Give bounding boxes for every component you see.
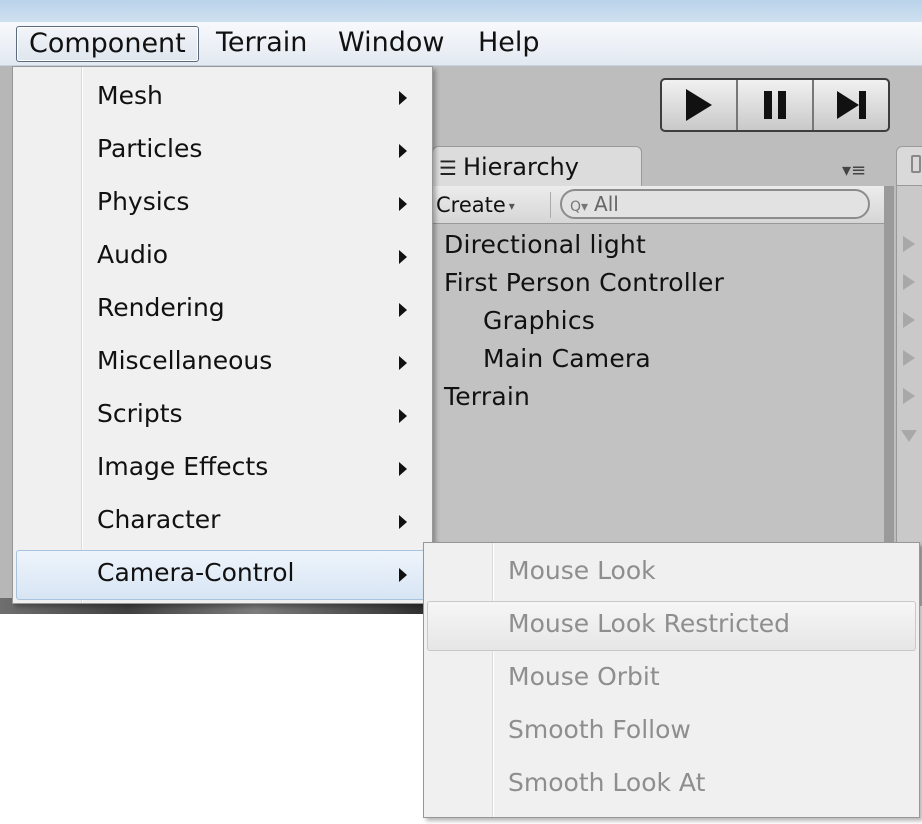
create-button[interactable]: Create ▾ xyxy=(436,190,515,220)
menu-item-scripts[interactable]: Scripts xyxy=(16,391,429,441)
submenu-arrow-icon xyxy=(399,144,407,158)
menu-item-smooth-look-at[interactable]: Smooth Look At xyxy=(427,760,916,810)
tab-hierarchy[interactable]: ☰ Hierarchy xyxy=(432,146,642,186)
menu-item-label: Smooth Follow xyxy=(508,715,691,744)
search-placeholder: All xyxy=(594,192,619,216)
menu-item-audio[interactable]: Audio xyxy=(16,232,429,282)
create-label: Create xyxy=(436,193,506,217)
play-icon xyxy=(686,89,712,121)
hierarchy-item[interactable]: Terrain xyxy=(444,382,530,411)
menu-item-mesh[interactable]: Mesh xyxy=(16,73,429,123)
play-button[interactable] xyxy=(662,80,738,130)
inspector-icon xyxy=(911,155,921,173)
toolbar-divider xyxy=(550,192,551,218)
submenu-arrow-icon xyxy=(399,515,407,529)
submenu-arrow-icon xyxy=(399,197,407,211)
menu-item-label: Smooth Look At xyxy=(508,768,706,797)
hierarchy-item[interactable]: First Person Controller xyxy=(444,268,724,297)
menu-item-mouse-orbit[interactable]: Mouse Orbit xyxy=(427,654,916,704)
menu-item-miscellaneous[interactable]: Miscellaneous xyxy=(16,338,429,388)
submenu-arrow-icon xyxy=(399,356,407,370)
expand-arrow-icon[interactable] xyxy=(903,274,915,290)
caret-down-icon: ▾ xyxy=(508,199,515,213)
hierarchy-list: Directional light First Person Controlle… xyxy=(432,224,887,544)
hierarchy-search-input[interactable]: Q▾ All xyxy=(560,189,870,219)
menu-item-label: Camera-Control xyxy=(97,558,295,587)
expand-arrow-icon[interactable] xyxy=(903,350,915,366)
component-menu: Mesh Particles Physics Audio Rendering M… xyxy=(12,66,433,604)
menu-item-label: Mouse Look xyxy=(508,556,656,585)
step-button[interactable] xyxy=(814,80,888,130)
list-icon: ☰ xyxy=(439,156,457,180)
window-title-strip xyxy=(0,0,922,22)
menu-item-label: Rendering xyxy=(97,293,225,322)
menu-item-particles[interactable]: Particles xyxy=(16,126,429,176)
menu-item-label: Mesh xyxy=(97,81,163,110)
menu-item-image-effects[interactable]: Image Effects xyxy=(16,444,429,494)
menu-terrain[interactable]: Terrain xyxy=(204,26,319,62)
tab-menu-icon[interactable]: ▾≡ xyxy=(842,160,866,181)
expand-arrow-icon[interactable] xyxy=(903,388,915,404)
menu-item-physics[interactable]: Physics xyxy=(16,179,429,229)
menu-help[interactable]: Help xyxy=(466,26,552,62)
collapse-arrow-icon[interactable] xyxy=(901,430,917,442)
submenu-arrow-icon xyxy=(399,91,407,105)
menu-item-label: Image Effects xyxy=(97,452,269,481)
search-icon: Q▾ xyxy=(570,199,589,215)
submenu-arrow-icon xyxy=(399,409,407,423)
pause-button[interactable] xyxy=(738,80,814,130)
submenu-arrow-icon xyxy=(399,303,407,317)
submenu-arrow-icon xyxy=(399,250,407,264)
menu-item-label: Mouse Look Restricted xyxy=(508,609,791,638)
menu-item-label: Physics xyxy=(97,187,190,216)
step-icon xyxy=(836,91,866,119)
menu-item-character[interactable]: Character xyxy=(16,497,429,547)
menu-component[interactable]: Component xyxy=(16,26,199,62)
hierarchy-item[interactable]: Graphics xyxy=(483,306,595,335)
menu-item-smooth-follow[interactable]: Smooth Follow xyxy=(427,707,916,757)
expand-arrow-icon[interactable] xyxy=(903,312,915,328)
menu-item-mouse-look-restricted[interactable]: Mouse Look Restricted xyxy=(427,601,916,651)
playback-controls xyxy=(660,78,890,132)
hierarchy-toolbar: Create ▾ Q▾ All xyxy=(432,186,887,224)
menu-window[interactable]: Window xyxy=(326,26,456,62)
menu-item-rendering[interactable]: Rendering xyxy=(16,285,429,335)
menu-item-label: Mouse Orbit xyxy=(508,662,660,691)
inspector-panel xyxy=(896,186,922,546)
menu-bar: Component Terrain Window Help xyxy=(0,22,922,66)
hierarchy-item[interactable]: Directional light xyxy=(444,230,646,259)
tab-inspector[interactable] xyxy=(896,146,922,186)
tab-hierarchy-label: Hierarchy xyxy=(462,153,579,181)
submenu-arrow-icon xyxy=(399,462,407,476)
submenu-arrow-icon xyxy=(399,568,407,582)
hierarchy-item[interactable]: Main Camera xyxy=(483,344,651,373)
hierarchy-scrollbar[interactable] xyxy=(884,186,894,546)
menu-item-mouse-look[interactable]: Mouse Look xyxy=(427,548,916,598)
menu-item-camera-control[interactable]: Camera-Control xyxy=(16,550,429,600)
expand-arrow-icon[interactable] xyxy=(903,236,915,252)
pause-icon xyxy=(764,91,786,119)
menu-item-label: Character xyxy=(97,505,221,534)
menu-item-label: Particles xyxy=(97,134,203,163)
menu-item-label: Scripts xyxy=(97,399,183,428)
camera-control-submenu: Mouse Look Mouse Look Restricted Mouse O… xyxy=(423,542,920,818)
menu-item-label: Miscellaneous xyxy=(97,346,273,375)
menu-item-label: Audio xyxy=(97,240,169,269)
